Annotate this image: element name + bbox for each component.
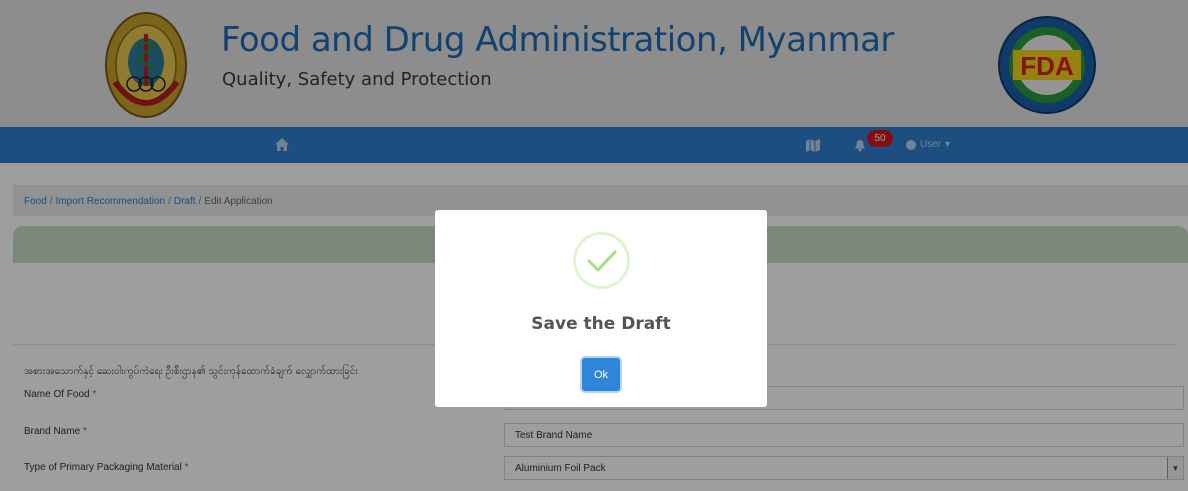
save-draft-dialog: Save the Draft Ok [435, 210, 767, 407]
success-check-icon [573, 232, 630, 289]
dialog-title: Save the Draft [531, 314, 671, 334]
ok-button[interactable]: Ok [582, 358, 620, 391]
checkmark-icon [587, 250, 617, 272]
